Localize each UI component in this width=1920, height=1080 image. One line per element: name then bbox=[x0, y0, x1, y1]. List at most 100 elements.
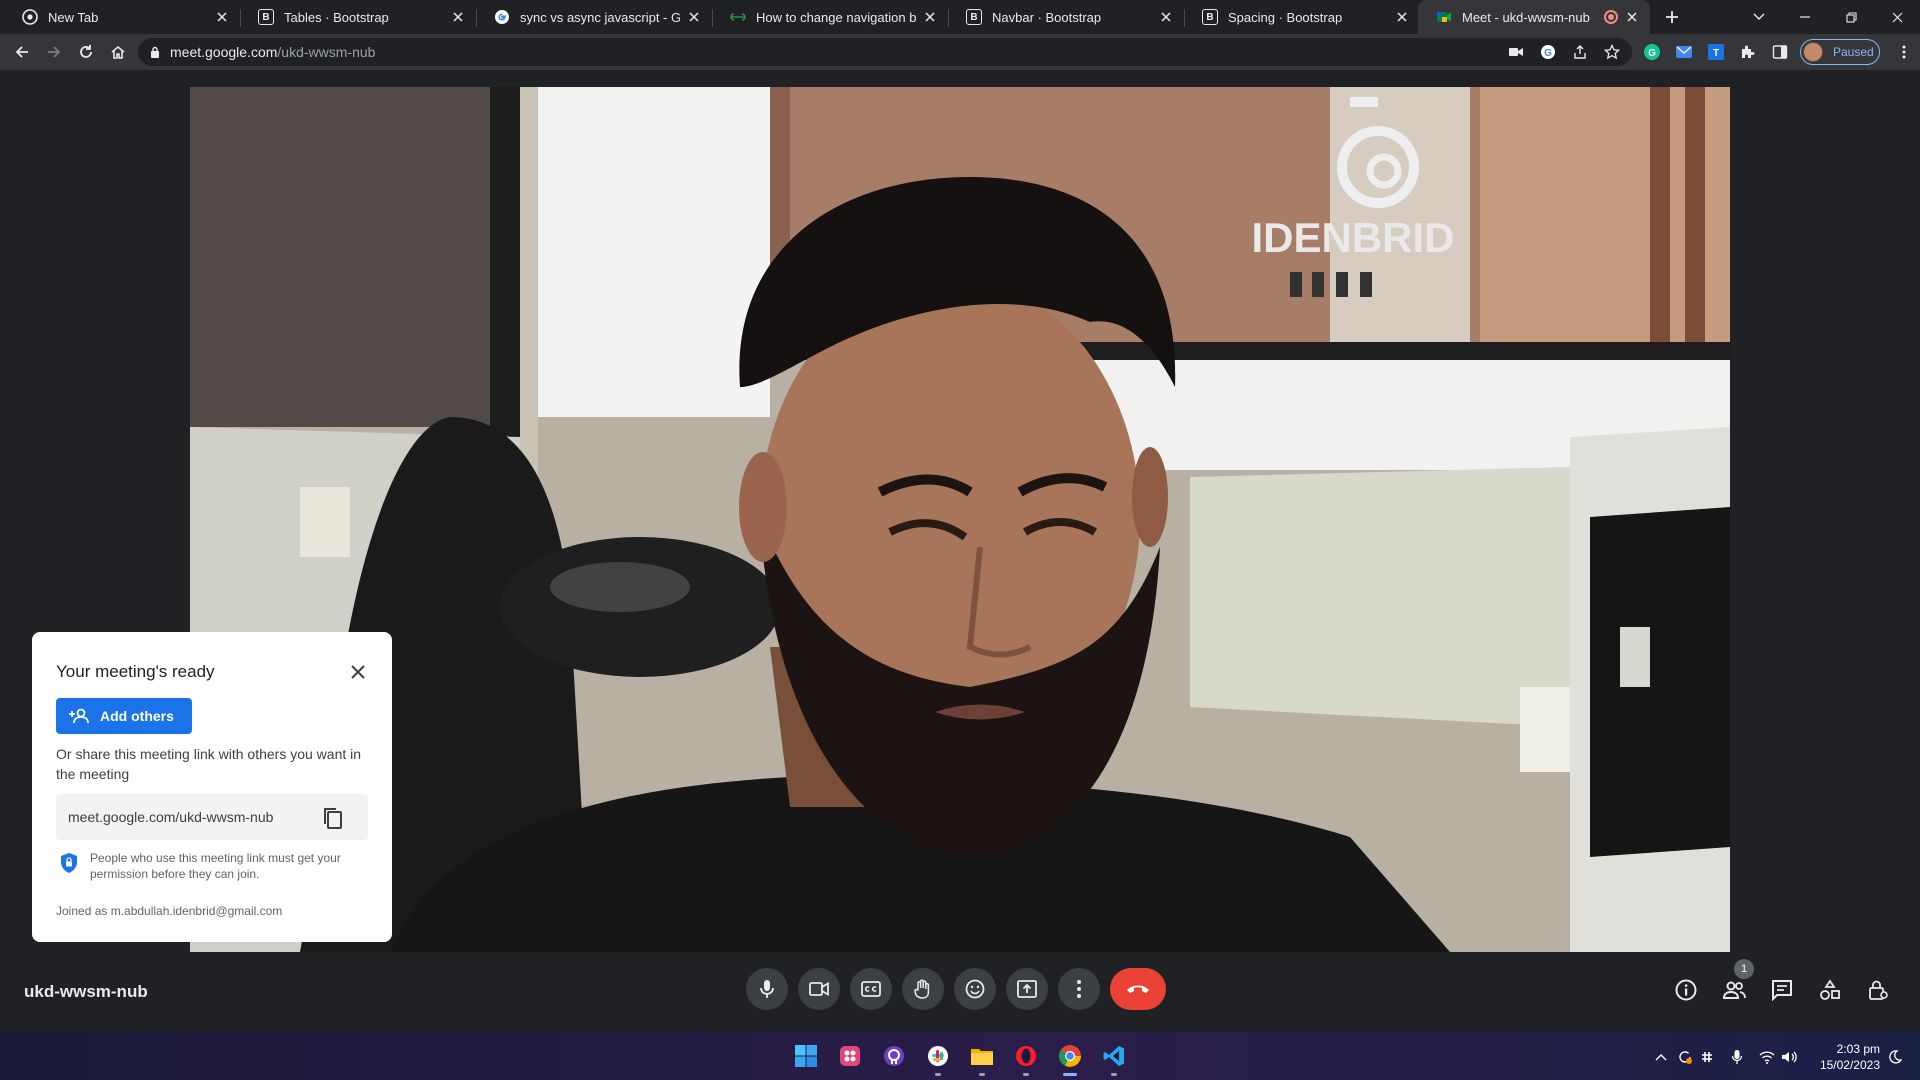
tab-spacing-bootstrap[interactable]: B Spacing · Bootstrap bbox=[1184, 0, 1420, 34]
slack-icon[interactable] bbox=[924, 1042, 952, 1076]
profile-status: Paused bbox=[1833, 45, 1874, 59]
hand-icon bbox=[914, 979, 932, 999]
restore-button[interactable] bbox=[1828, 0, 1874, 34]
chat-icon bbox=[1771, 979, 1793, 1001]
close-card-button[interactable] bbox=[344, 658, 372, 686]
share-icon[interactable] bbox=[1572, 44, 1588, 60]
shield-icon bbox=[60, 852, 78, 874]
windows-start-icon[interactable] bbox=[792, 1042, 820, 1070]
url-host: meet.google.com bbox=[170, 44, 278, 60]
close-tab-icon[interactable] bbox=[450, 9, 466, 25]
lock-person-icon bbox=[1867, 979, 1889, 1001]
address-bar[interactable]: meet.google.com/ukd-wwsm-nub bbox=[138, 38, 1632, 66]
wall-sign-text: IDENBRID bbox=[1251, 214, 1454, 261]
chrome-menu-icon[interactable] bbox=[1896, 44, 1912, 60]
add-person-icon bbox=[68, 708, 100, 724]
tab-title: How to change navigation bar c bbox=[756, 9, 916, 25]
url-path: /ukd-wwsm-nub bbox=[277, 44, 376, 60]
captions-button[interactable] bbox=[850, 968, 892, 1010]
reactions-button[interactable] bbox=[954, 968, 996, 1010]
close-tab-icon[interactable] bbox=[1624, 9, 1640, 25]
geeksforgeeks-icon bbox=[730, 9, 746, 25]
new-tab-button[interactable] bbox=[1658, 3, 1686, 31]
vscode-icon[interactable] bbox=[1100, 1042, 1128, 1076]
chat-button[interactable] bbox=[1762, 970, 1802, 1010]
close-tab-icon[interactable] bbox=[686, 9, 702, 25]
tab-strip: New Tab B Tables · Bootstrap sync vs asy… bbox=[0, 0, 1920, 34]
github-desktop-icon[interactable] bbox=[880, 1042, 908, 1070]
copy-link-icon[interactable] bbox=[322, 807, 344, 829]
show-hidden-icons-chevron[interactable] bbox=[1652, 1048, 1670, 1066]
svg-text:G: G bbox=[1648, 48, 1656, 59]
close-tab-icon[interactable] bbox=[214, 9, 230, 25]
close-window-button[interactable] bbox=[1874, 0, 1920, 34]
microphone-icon bbox=[759, 979, 775, 999]
tab-google-meet[interactable]: Meet - ukd-wwsm-nub bbox=[1418, 0, 1650, 34]
microphone-button[interactable] bbox=[746, 968, 788, 1010]
close-tab-icon[interactable] bbox=[1158, 9, 1174, 25]
tab-search-button[interactable] bbox=[1736, 0, 1782, 34]
people-icon bbox=[1722, 981, 1746, 999]
camera-button[interactable] bbox=[798, 968, 840, 1010]
clock-date: 15/02/2023 bbox=[1819, 1058, 1880, 1072]
add-others-button[interactable]: Add others bbox=[56, 698, 192, 734]
system-clock[interactable]: 2:03 pm 15/02/2023 bbox=[1812, 1041, 1880, 1073]
lock-icon bbox=[150, 46, 160, 58]
forward-button[interactable] bbox=[40, 38, 68, 66]
host-controls-button[interactable] bbox=[1858, 970, 1898, 1010]
sync-status-icon[interactable] bbox=[1676, 1048, 1694, 1066]
svg-text:T: T bbox=[1713, 48, 1719, 59]
bookmark-star-icon[interactable] bbox=[1604, 44, 1620, 60]
slack-tray-icon[interactable] bbox=[1698, 1048, 1716, 1066]
joined-as-text: Joined as m.abdullah.idenbrid@gmail.com bbox=[56, 904, 283, 918]
tab-geeksforgeeks[interactable]: How to change navigation bar c bbox=[712, 0, 948, 34]
close-tab-icon[interactable] bbox=[1394, 9, 1410, 25]
meet-stage: IDENBRID Your meeting's ready Add others… bbox=[0, 70, 1920, 1058]
bootstrap-icon: B bbox=[966, 9, 982, 25]
tab-tables-bootstrap[interactable]: B Tables · Bootstrap bbox=[240, 0, 476, 34]
raise-hand-button[interactable] bbox=[902, 968, 944, 1010]
opera-browser-icon[interactable] bbox=[1012, 1042, 1040, 1076]
file-explorer-icon[interactable] bbox=[968, 1042, 996, 1076]
close-tab-icon[interactable] bbox=[922, 9, 938, 25]
activities-button[interactable] bbox=[1810, 970, 1850, 1010]
microphone-tray-icon[interactable] bbox=[1728, 1048, 1746, 1066]
extensions-puzzle-icon[interactable] bbox=[1740, 44, 1756, 60]
avatar bbox=[1803, 42, 1823, 62]
mail-extension-icon[interactable] bbox=[1676, 44, 1692, 60]
wifi-icon[interactable] bbox=[1758, 1048, 1776, 1066]
tab-navbar-bootstrap[interactable]: B Navbar · Bootstrap bbox=[948, 0, 1184, 34]
activities-shapes-icon bbox=[1819, 979, 1841, 1001]
bootstrap-icon: B bbox=[1202, 9, 1218, 25]
google-lens-icon[interactable]: G bbox=[1540, 44, 1556, 60]
home-button[interactable] bbox=[104, 38, 132, 66]
participant-count-badge: 1 bbox=[1734, 959, 1754, 979]
present-screen-button[interactable] bbox=[1006, 968, 1048, 1010]
back-button[interactable] bbox=[8, 38, 36, 66]
minimize-button[interactable] bbox=[1782, 0, 1828, 34]
profile-button[interactable]: Paused bbox=[1800, 39, 1880, 65]
reload-button[interactable] bbox=[72, 38, 100, 66]
meeting-details-button[interactable] bbox=[1666, 970, 1706, 1010]
focus-moon-icon[interactable] bbox=[1886, 1048, 1904, 1066]
translate-extension-icon[interactable]: T bbox=[1708, 44, 1724, 60]
share-instructions: Or share this meeting link with others y… bbox=[56, 746, 362, 782]
grammarly-icon[interactable]: G bbox=[1644, 44, 1660, 60]
tab-title: sync vs async javascript - Googl bbox=[520, 9, 680, 25]
add-others-label: Add others bbox=[100, 708, 174, 724]
meeting-link: meet.google.com/ukd-wwsm-nub bbox=[68, 809, 274, 825]
chrome-icon bbox=[22, 9, 38, 25]
side-panel-icon[interactable] bbox=[1772, 44, 1788, 60]
more-vert-icon bbox=[1077, 980, 1081, 998]
tab-google-search[interactable]: sync vs async javascript - Googl bbox=[476, 0, 712, 34]
tab-title: Navbar · Bootstrap bbox=[992, 9, 1102, 25]
volume-icon[interactable] bbox=[1780, 1048, 1798, 1066]
camera-in-use-icon[interactable] bbox=[1508, 44, 1524, 60]
leave-call-button[interactable] bbox=[1110, 968, 1166, 1010]
more-options-button[interactable] bbox=[1058, 968, 1100, 1010]
tab-new-tab[interactable]: New Tab bbox=[4, 0, 240, 34]
bootstrap-icon: B bbox=[258, 9, 274, 25]
app-launcher-icon[interactable] bbox=[836, 1042, 864, 1070]
self-video-tile[interactable]: IDENBRID bbox=[190, 87, 1730, 952]
chrome-taskbar-icon[interactable] bbox=[1056, 1042, 1084, 1076]
